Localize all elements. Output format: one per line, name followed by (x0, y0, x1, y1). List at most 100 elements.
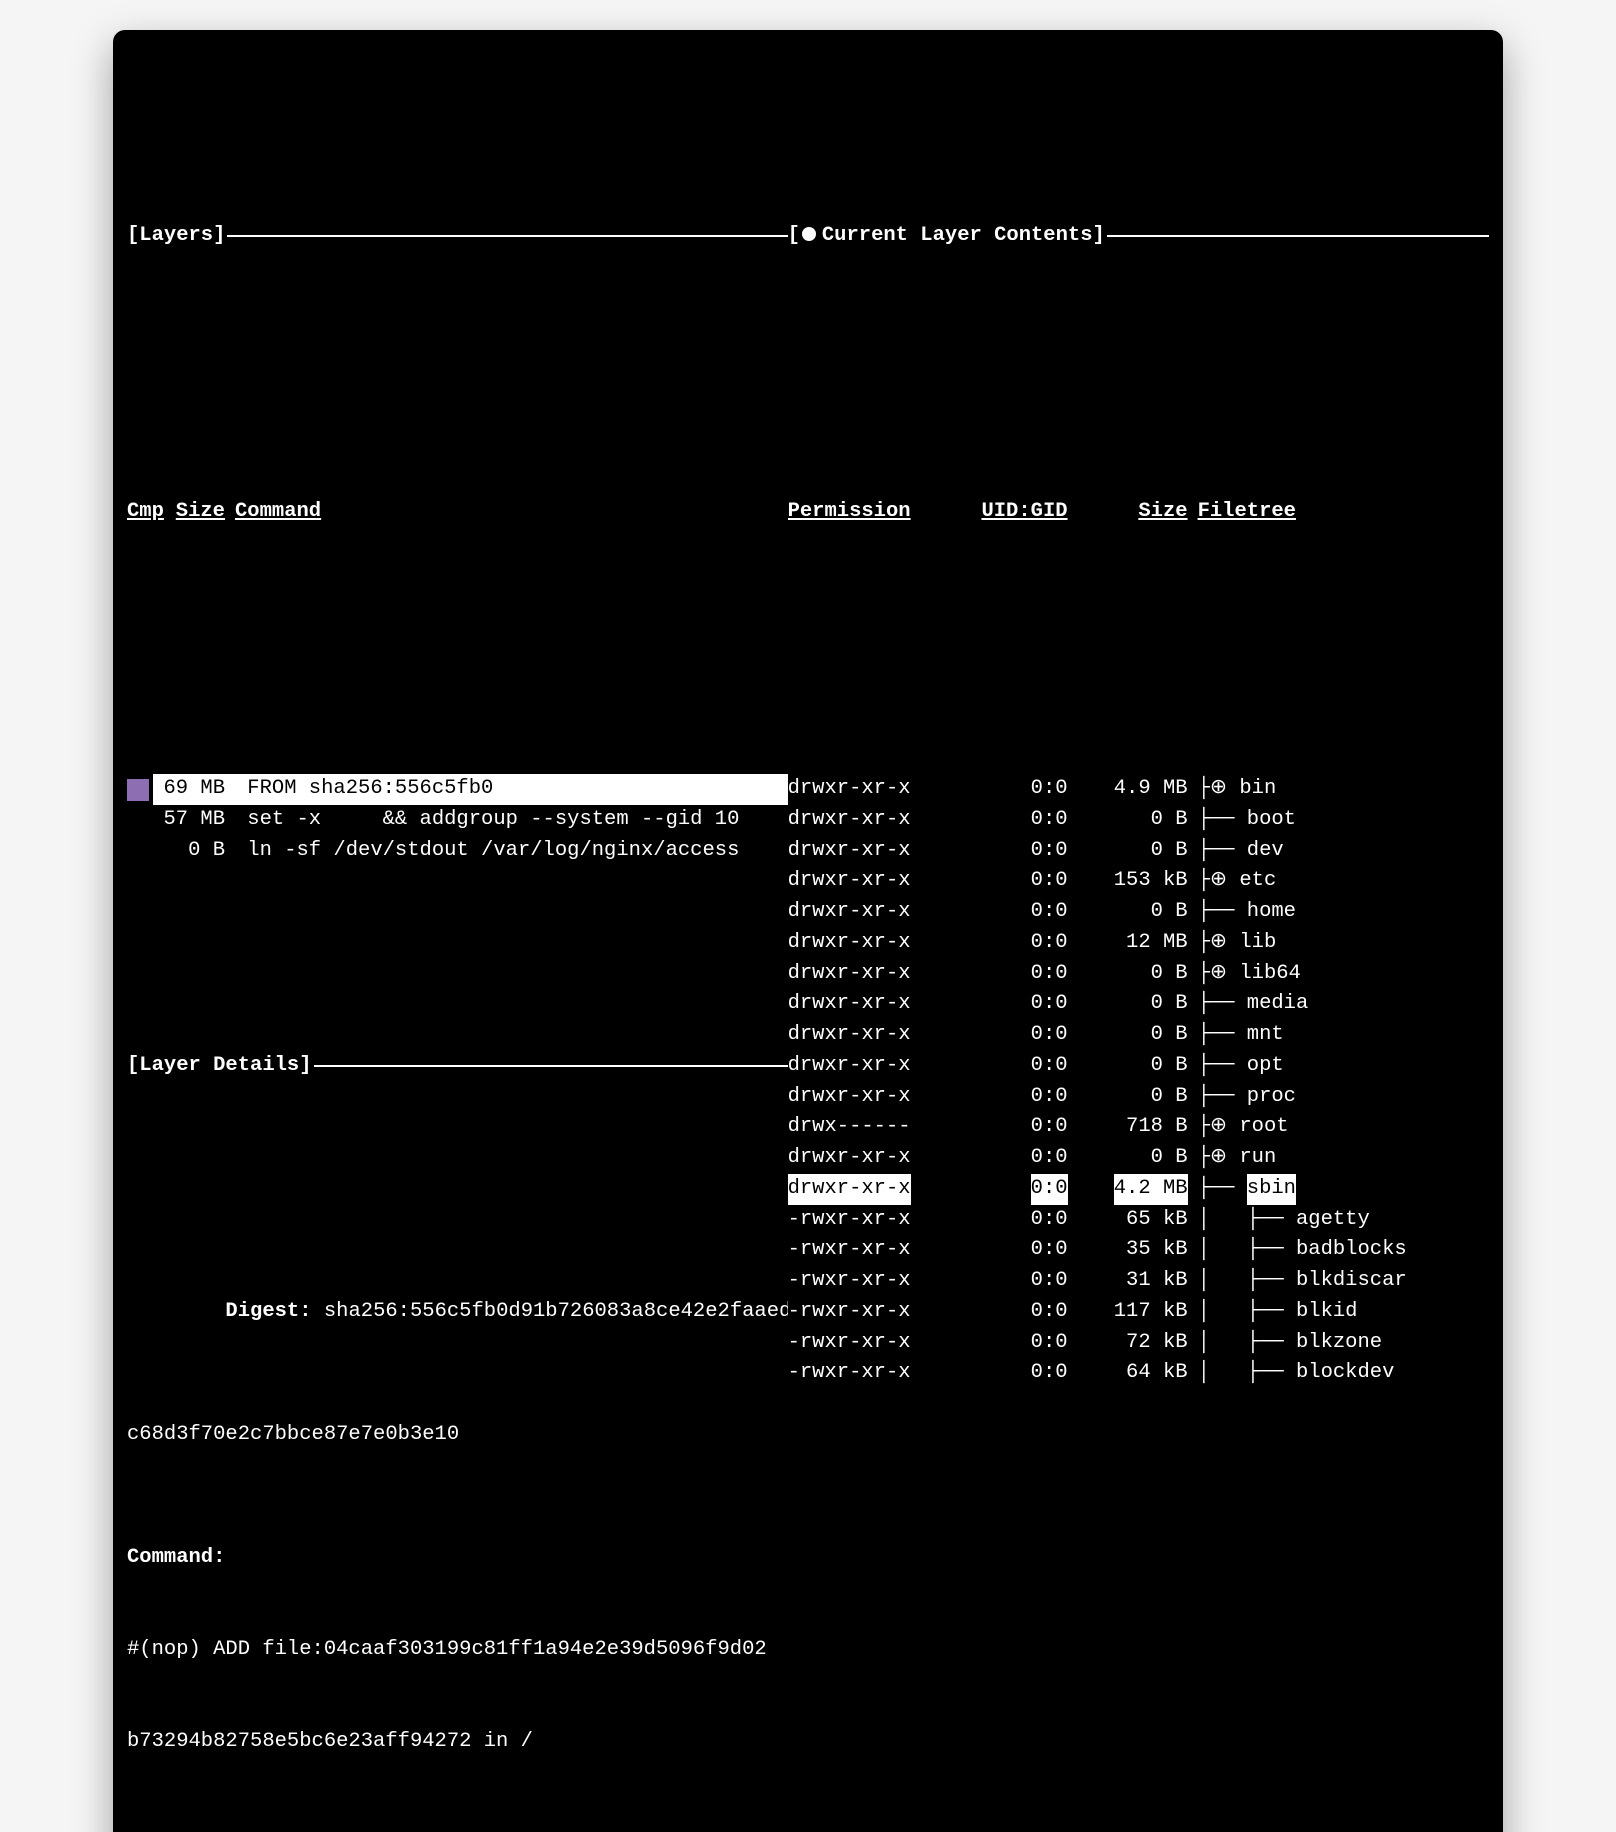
tree-row[interactable]: drwxr-xr-x0:04.9 MB├⊕ bin (788, 774, 1489, 805)
command-line-1: #(nop) ADD file:04caaf303199c81ff1a94e2e… (127, 1635, 788, 1666)
uid-cell: 0:0 (938, 1235, 1078, 1266)
col-uidgid: UID:GID (938, 497, 1078, 528)
tree-row[interactable]: drwx------0:0718 B├⊕ root (788, 1112, 1489, 1143)
digest-row: Digest: sha256:556c5fb0d91b726083a8ce42e… (127, 1266, 788, 1358)
uid-cell: 0:0 (938, 1266, 1078, 1297)
perm-cell: drwxr-xr-x (788, 774, 938, 805)
tree-row[interactable]: drwxr-xr-x0:00 B├── mnt (788, 1020, 1489, 1051)
size-cell: 0 B (1078, 897, 1198, 928)
size-cell: 4.2 MB (1078, 1174, 1198, 1205)
layer-size: 57 MB (153, 805, 235, 836)
tree-row[interactable]: drwxr-xr-x0:00 B├── home (788, 897, 1489, 928)
name-cell: ├⊕ bin (1198, 774, 1489, 805)
left-pane[interactable]: 69 MB FROM sha256:556c5fb057 MB set -x &… (127, 713, 788, 1832)
size-cell: 0 B (1078, 1020, 1198, 1051)
name-cell: ├── boot (1198, 805, 1489, 836)
uid-cell: 0:0 (938, 959, 1078, 990)
tree-row[interactable]: -rwxr-xr-x0:0117 kB│ ├── blkid (788, 1297, 1489, 1328)
col-cmp: Cmp (127, 497, 153, 528)
layer-command: set -x && addgroup --system --gid 10 (235, 805, 788, 836)
col-fsize: Size (1078, 497, 1198, 528)
tree-row[interactable]: drwxr-xr-x0:012 MB├⊕ lib (788, 928, 1489, 959)
tree-row[interactable]: -rwxr-xr-x0:072 kB│ ├── blkzone (788, 1328, 1489, 1359)
size-cell: 153 kB (1078, 866, 1198, 897)
digest-row-2: c68d3f70e2c7bbce87e7e0b3e10 (127, 1420, 788, 1451)
perm-cell: -rwxr-xr-x (788, 1205, 938, 1236)
current-layer-title: [Current Layer Contents] (788, 221, 1105, 252)
layers-columns-header: Cmp Size Command (127, 497, 788, 528)
perm-cell: drwxr-xr-x (788, 897, 938, 928)
layer-command: FROM sha256:556c5fb0 (235, 774, 788, 805)
tree-row[interactable]: drwxr-xr-x0:00 B├⊕ run (788, 1143, 1489, 1174)
layer-row[interactable]: 0 B ln -sf /dev/stdout /var/log/nginx/ac… (127, 836, 788, 867)
tree-row[interactable]: drwxr-xr-x0:00 B├── dev (788, 836, 1489, 867)
uid-cell: 0:0 (938, 989, 1078, 1020)
uid-cell: 0:0 (938, 1205, 1078, 1236)
command-label: Command: (127, 1543, 788, 1574)
name-cell: ├── dev (1198, 836, 1489, 867)
tree-row[interactable]: drwxr-xr-x0:00 B├── boot (788, 805, 1489, 836)
rule-line (227, 235, 787, 237)
name-cell: ├⊕ lib (1198, 928, 1489, 959)
uid-cell: 0:0 (938, 1358, 1078, 1389)
perm-cell: drwxr-xr-x (788, 836, 938, 867)
name-cell: ├⊕ lib64 (1198, 959, 1489, 990)
tree-row[interactable]: drwxr-xr-x0:00 B├── proc (788, 1082, 1489, 1113)
name-cell: │ ├── blkdiscar (1198, 1266, 1489, 1297)
size-cell: 0 B (1078, 836, 1198, 867)
col-size: Size (153, 497, 235, 528)
perm-cell: drwxr-xr-x (788, 989, 938, 1020)
name-cell: ├⊕ root (1198, 1112, 1489, 1143)
uid-cell: 0:0 (938, 866, 1078, 897)
tree-row[interactable]: drwxr-xr-x0:00 B├── media (788, 989, 1489, 1020)
size-cell: 31 kB (1078, 1266, 1198, 1297)
tree-row[interactable]: drwxr-xr-x0:0153 kB├⊕ etc (788, 866, 1489, 897)
perm-cell: drwxr-xr-x (788, 805, 938, 836)
uid-cell: 0:0 (938, 1297, 1078, 1328)
name-cell: │ ├── badblocks (1198, 1235, 1489, 1266)
size-cell: 0 B (1078, 805, 1198, 836)
layer-size: 0 B (153, 836, 235, 867)
tree-row[interactable]: -rwxr-xr-x0:031 kB│ ├── blkdiscar (788, 1266, 1489, 1297)
size-cell: 718 B (1078, 1112, 1198, 1143)
name-cell: ├── media (1198, 989, 1489, 1020)
tree-row[interactable]: drwxr-xr-x0:04.2 MB├── sbin (788, 1174, 1489, 1205)
tree-row[interactable]: drwxr-xr-x0:00 B├⊕ lib64 (788, 959, 1489, 990)
size-cell: 0 B (1078, 1143, 1198, 1174)
tree-row[interactable]: drwxr-xr-x0:00 B├── opt (788, 1051, 1489, 1082)
layer-details-title: [Layer Details] (127, 1051, 312, 1082)
uid-cell: 0:0 (938, 1020, 1078, 1051)
layers-title: [Layers] (127, 221, 225, 252)
perm-cell: -rwxr-xr-x (788, 1297, 938, 1328)
tree-row[interactable]: -rwxr-xr-x0:064 kB│ ├── blockdev (788, 1358, 1489, 1389)
name-cell: │ ├── blkid (1198, 1297, 1489, 1328)
layer-row[interactable]: 57 MB set -x && addgroup --system --gid … (127, 805, 788, 836)
uid-cell: 0:0 (938, 1143, 1078, 1174)
tree-row[interactable]: -rwxr-xr-x0:065 kB│ ├── agetty (788, 1205, 1489, 1236)
selection-marker-icon (127, 779, 149, 801)
size-cell: 72 kB (1078, 1328, 1198, 1359)
uid-cell: 0:0 (938, 1082, 1078, 1113)
layer-row[interactable]: 69 MB FROM sha256:556c5fb0 (127, 774, 788, 805)
perm-cell: -rwxr-xr-x (788, 1358, 938, 1389)
size-cell: 0 B (1078, 989, 1198, 1020)
uid-cell: 0:0 (938, 897, 1078, 928)
active-dot-icon (802, 227, 816, 241)
command-line-2: b73294b82758e5bc6e23aff94272 in / (127, 1727, 788, 1758)
size-cell: 4.9 MB (1078, 774, 1198, 805)
name-cell: ├⊕ run (1198, 1143, 1489, 1174)
size-cell: 0 B (1078, 959, 1198, 990)
name-cell: ├── mnt (1198, 1020, 1489, 1051)
tree-row[interactable]: -rwxr-xr-x0:035 kB│ ├── badblocks (788, 1235, 1489, 1266)
col-permission: Permission (788, 497, 938, 528)
size-cell: 0 B (1078, 1051, 1198, 1082)
name-cell: │ ├── blockdev (1198, 1358, 1489, 1389)
layer-command: ln -sf /dev/stdout /var/log/nginx/access (235, 836, 788, 867)
uid-cell: 0:0 (938, 1051, 1078, 1082)
uid-cell: 0:0 (938, 1112, 1078, 1143)
filetree-pane[interactable]: drwxr-xr-x0:04.9 MB├⊕ bindrwxr-xr-x0:00 … (788, 713, 1489, 1832)
layers-list[interactable]: 69 MB FROM sha256:556c5fb057 MB set -x &… (127, 774, 788, 866)
size-cell: 117 kB (1078, 1297, 1198, 1328)
name-cell: ├── opt (1198, 1051, 1489, 1082)
name-cell: ├── sbin (1198, 1174, 1489, 1205)
